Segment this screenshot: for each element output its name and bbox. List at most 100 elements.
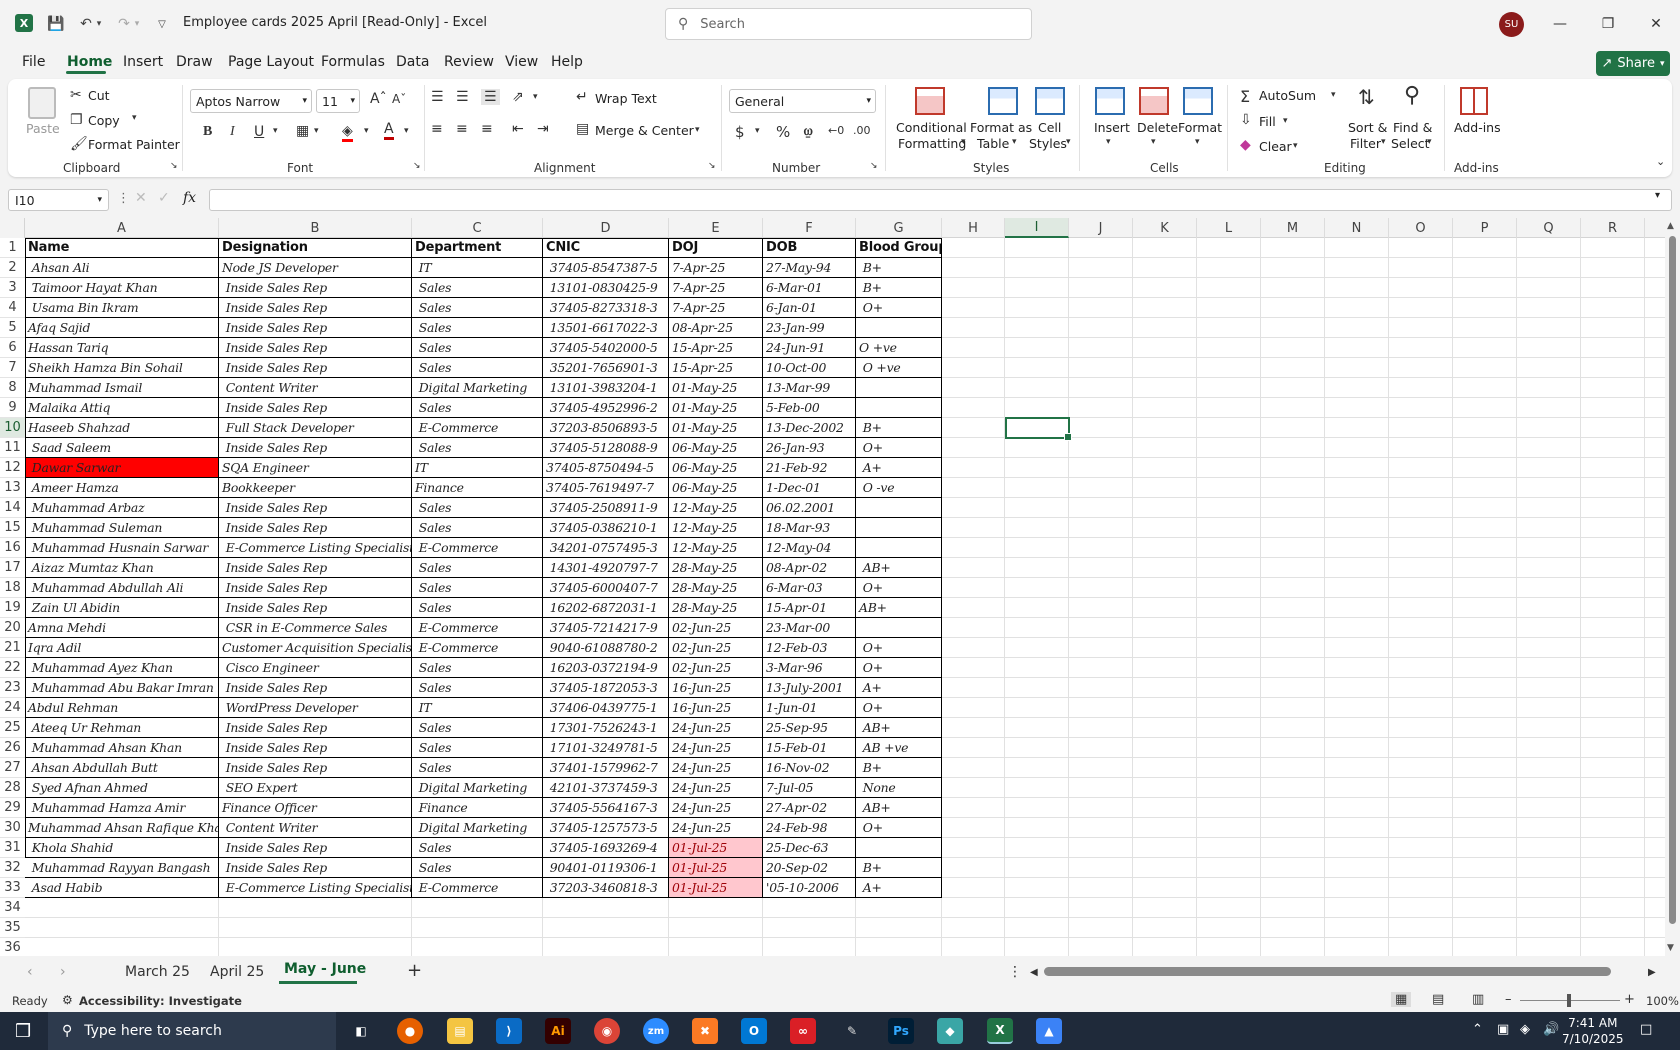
cell-E27[interactable]: 24-Jun-25 xyxy=(669,758,763,778)
cell-D32[interactable]: 90401-0119306-1 xyxy=(543,858,669,878)
cell-F22[interactable]: 3-Mar-96 xyxy=(763,658,856,678)
row-header-5[interactable]: 5 xyxy=(0,318,25,338)
cell-styles-button[interactable]: Cell xyxy=(1038,120,1061,135)
column-header-F[interactable]: F xyxy=(763,218,856,238)
row-header-4[interactable]: 4 xyxy=(0,298,25,318)
cell-G14[interactable] xyxy=(856,498,942,518)
cell-D9[interactable]: 37405-4952996-2 xyxy=(543,398,669,418)
row-header-23[interactable]: 23 xyxy=(0,678,25,698)
cell-C30[interactable]: Digital Marketing xyxy=(412,818,543,838)
row-header-7[interactable]: 7 xyxy=(0,358,25,378)
cell-B1[interactable]: Designation xyxy=(219,238,412,258)
task-view-icon[interactable]: ◧ xyxy=(348,1018,374,1044)
cell-E25[interactable]: 24-Jun-25 xyxy=(669,718,763,738)
chevron-down-icon[interactable]: ▾ xyxy=(404,126,409,136)
zoom-in-icon[interactable]: + xyxy=(1624,992,1635,1007)
cell-C3[interactable]: Sales xyxy=(412,278,543,298)
add-ins-button[interactable]: Add-ins xyxy=(1454,120,1501,135)
scroll-right-icon[interactable]: ▶ xyxy=(1648,967,1656,978)
cell-D17[interactable]: 14301-4920797-7 xyxy=(543,558,669,578)
horizontal-scroll-thumb[interactable] xyxy=(1044,967,1611,976)
comma-style-icon[interactable]: ⍹ xyxy=(804,123,812,139)
cell-F29[interactable]: 27-Apr-02 xyxy=(763,798,856,818)
cell-E19[interactable]: 28-May-25 xyxy=(669,598,763,618)
cell-G3[interactable]: B+ xyxy=(856,278,942,298)
cell-G4[interactable]: O+ xyxy=(856,298,942,318)
cell-D4[interactable]: 37405-8273318-3 xyxy=(543,298,669,318)
cell-F25[interactable]: 25-Sep-95 xyxy=(763,718,856,738)
cell-D6[interactable]: 37405-5402000-5 xyxy=(543,338,669,358)
percent-icon[interactable]: % xyxy=(776,123,790,141)
cell-A21[interactable]: Iqra Adil xyxy=(25,638,219,658)
cell-B5[interactable]: Inside Sales Rep xyxy=(219,318,412,338)
merge-center-button[interactable]: Merge & Center xyxy=(595,123,694,138)
cell-C31[interactable]: Sales xyxy=(412,838,543,858)
chevron-down-icon[interactable]: ▾ xyxy=(1331,90,1336,100)
cell-G11[interactable]: O+ xyxy=(856,438,942,458)
format-painter-button[interactable]: Format Painter xyxy=(88,137,180,152)
cell-E24[interactable]: 16-Jun-25 xyxy=(669,698,763,718)
column-header-I[interactable]: I xyxy=(1005,218,1069,238)
row-header-13[interactable]: 13 xyxy=(0,478,25,498)
cell-G33[interactable]: A+ xyxy=(856,878,942,898)
normal-view-icon[interactable]: ▦ xyxy=(1391,992,1412,1007)
cell-A28[interactable]: Syed Afnan Ahmed xyxy=(25,778,219,798)
cell-B19[interactable]: Inside Sales Rep xyxy=(219,598,412,618)
column-header-L[interactable]: L xyxy=(1197,218,1261,238)
cell-F4[interactable]: 6-Jan-01 xyxy=(763,298,856,318)
number-format-select[interactable]: General ▾ xyxy=(729,89,876,113)
align-left-icon[interactable]: ≡ xyxy=(431,121,443,137)
chrome-icon[interactable]: ◉ xyxy=(594,1018,620,1044)
cell-G22[interactable]: O+ xyxy=(856,658,942,678)
cell-G2[interactable]: B+ xyxy=(856,258,942,278)
cell-A32[interactable]: Muhammad Rayyan Bangash xyxy=(25,858,219,878)
cell-C32[interactable]: Sales xyxy=(412,858,543,878)
cell-F7[interactable]: 10-Oct-00 xyxy=(763,358,856,378)
cell-B22[interactable]: Cisco Engineer xyxy=(219,658,412,678)
cell-E6[interactable]: 15-Apr-25 xyxy=(669,338,763,358)
cell-C4[interactable]: Sales xyxy=(412,298,543,318)
cell-A8[interactable]: Muhammad Ismail xyxy=(25,378,219,398)
cell-B26[interactable]: Inside Sales Rep xyxy=(219,738,412,758)
copy-button[interactable]: Copy xyxy=(88,113,120,128)
cell-D25[interactable]: 17301-7526243-1 xyxy=(543,718,669,738)
cell-C2[interactable]: IT xyxy=(412,258,543,278)
row-header-26[interactable]: 26 xyxy=(0,738,25,758)
cell-A14[interactable]: Muhammad Arbaz xyxy=(25,498,219,518)
cell-D28[interactable]: 42101-3737459-3 xyxy=(543,778,669,798)
cell-D20[interactable]: 37405-7214217-9 xyxy=(543,618,669,638)
cell-C15[interactable]: Sales xyxy=(412,518,543,538)
cell-F10[interactable]: 13-Dec-2002 xyxy=(763,418,856,438)
name-box[interactable]: I10 ▾ xyxy=(8,189,109,211)
row-header-36[interactable]: 36 xyxy=(0,938,25,956)
photos-icon[interactable]: ▲ xyxy=(1036,1018,1062,1044)
cell-F1[interactable]: DOB xyxy=(763,238,856,258)
row-header-22[interactable]: 22 xyxy=(0,658,25,678)
cell-F23[interactable]: 13-July-2001 xyxy=(763,678,856,698)
sheet-tab-march-25[interactable]: March 25 xyxy=(125,964,190,980)
row-header-21[interactable]: 21 xyxy=(0,638,25,658)
cell-B25[interactable]: Inside Sales Rep xyxy=(219,718,412,738)
cell-A18[interactable]: Muhammad Abdullah Ali xyxy=(25,578,219,598)
row-header-15[interactable]: 15 xyxy=(0,518,25,538)
search-box[interactable]: ⚲ Search xyxy=(665,8,1032,40)
format-cells-icon[interactable] xyxy=(1183,87,1213,115)
cell-B27[interactable]: Inside Sales Rep xyxy=(219,758,412,778)
cell-G28[interactable]: None xyxy=(856,778,942,798)
cell-E14[interactable]: 12-May-25 xyxy=(669,498,763,518)
cell-C33[interactable]: E-Commerce xyxy=(412,878,543,898)
cell-A2[interactable]: Ahsan Ali xyxy=(25,258,219,278)
cell-B21[interactable]: Customer Acquisition Specialist xyxy=(219,638,412,658)
cell-D30[interactable]: 37405-1257573-5 xyxy=(543,818,669,838)
format-as-table-button[interactable]: Format as xyxy=(970,120,1032,135)
photoshop-icon[interactable]: Ps xyxy=(888,1018,914,1044)
cell-C14[interactable]: Sales xyxy=(412,498,543,518)
cell-E31[interactable]: 01-Jul-25 xyxy=(669,838,763,858)
row-header-27[interactable]: 27 xyxy=(0,758,25,778)
cell-F5[interactable]: 23-Jan-99 xyxy=(763,318,856,338)
cell-E15[interactable]: 12-May-25 xyxy=(669,518,763,538)
zoom-slider-thumb[interactable] xyxy=(1567,994,1571,1007)
cell-E21[interactable]: 02-Jun-25 xyxy=(669,638,763,658)
scroll-down-icon[interactable]: ▼ xyxy=(1667,943,1674,953)
cell-F14[interactable]: 06.02.2001 xyxy=(763,498,856,518)
